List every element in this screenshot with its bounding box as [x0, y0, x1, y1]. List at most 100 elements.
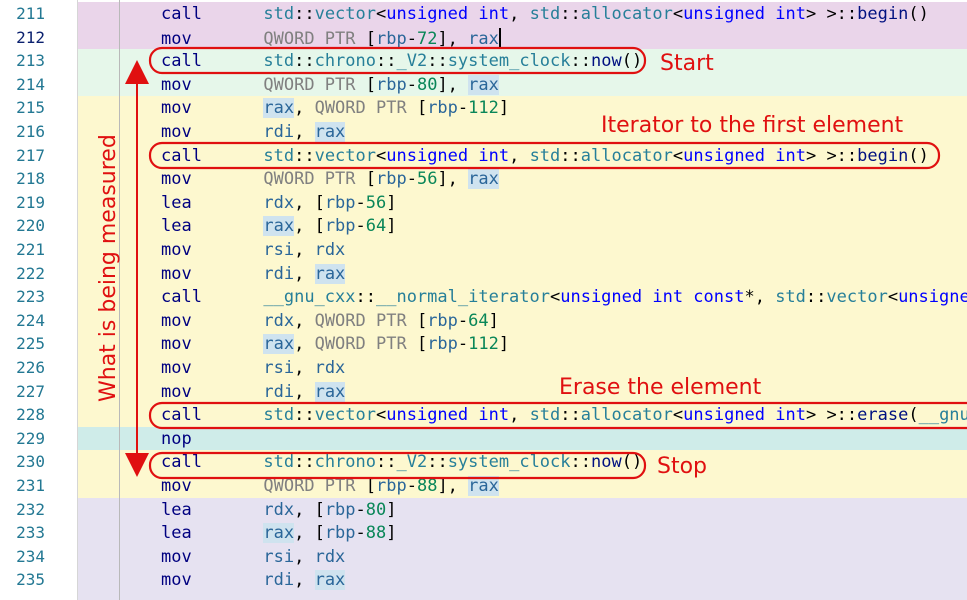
code-token: erase — [857, 405, 909, 426]
code-token: unsigned int — [386, 4, 510, 24]
code-line[interactable]: 219 lea rdx, [rbp-56] — [0, 190, 967, 215]
code-line[interactable]: 216 mov rdi, rax — [0, 120, 967, 144]
code-token: () — [621, 51, 643, 72]
code-text: mov QWORD PTR [rbp-72], rax — [161, 27, 501, 49]
code-token: , — [294, 334, 315, 355]
code-line[interactable] — [0, 592, 967, 600]
code-token: std — [263, 51, 295, 72]
code-token: allocator — [580, 4, 673, 24]
code-line[interactable]: 229 nop — [0, 426, 967, 451]
code-token: :: — [560, 405, 581, 426]
code-token: rdi — [263, 263, 295, 284]
code-line[interactable]: 211 call std::vector<unsigned int, std::a… — [0, 2, 967, 26]
code-token: ] — [498, 334, 510, 355]
code-token: :: — [376, 452, 397, 473]
code-token: unsigned int — [386, 405, 510, 426]
code-line[interactable]: 214 mov QWORD PTR [rbp-80], rax — [0, 72, 967, 97]
code-token: rdi — [263, 570, 295, 591]
code-token: - — [457, 334, 469, 355]
code-line[interactable]: 221 mov rsi, rdx — [0, 238, 967, 262]
code-line[interactable]: 227 mov rdi, rax — [0, 379, 967, 404]
code-token: allocator — [580, 145, 673, 166]
line-number: 215 — [0, 98, 45, 118]
code-token: QWORD PTR — [263, 169, 356, 190]
code-token: rdx — [263, 499, 295, 520]
code-line[interactable]: 226 mov rsi, rdx — [0, 356, 967, 380]
code-line[interactable]: 234 mov rsi, rdx — [0, 544, 967, 569]
code-token: rbp — [375, 476, 407, 496]
code-text: mov rax, QWORD PTR [rbp-112] — [161, 334, 510, 355]
code-text: call std::chrono::_V2::system_clock::now… — [161, 51, 642, 71]
code-token: std — [529, 4, 561, 24]
code-token: rbp — [375, 169, 407, 190]
code-token: ], — [437, 28, 469, 49]
code-token: QWORD PTR — [314, 310, 407, 331]
code-line[interactable]: 230 call std::chrono::_V2::system_clock::… — [0, 450, 967, 474]
code-token: rax — [263, 98, 295, 119]
code-line[interactable]: 213 call std::chrono::_V2::system_clock::… — [0, 49, 967, 73]
assembly-editor[interactable]: 211 call std::vector<unsigned int, std::a… — [0, 0, 967, 600]
code-line[interactable]: 212 mov QWORD PTR [rbp-72], rax — [0, 25, 967, 50]
code-line[interactable]: 220 lea rax, [rbp-64] — [0, 214, 967, 238]
code-token: nop — [161, 428, 192, 449]
code-line[interactable]: 222 mov rdi, rax — [0, 261, 967, 286]
code-token: ] — [386, 216, 397, 237]
code-token: rax — [314, 570, 346, 591]
code-token: , [ — [294, 192, 325, 213]
code-line[interactable]: 215 mov rax, QWORD PTR [rbp-112] — [0, 96, 967, 120]
code-token: call — [161, 145, 202, 166]
code-token: unsigned int — [683, 4, 806, 24]
line-number: 222 — [0, 263, 45, 283]
code-line[interactable]: 235 mov rdi, rax — [0, 568, 967, 592]
code-token: - — [355, 523, 366, 544]
code-token: :: — [376, 51, 397, 72]
code-token: 112 — [468, 98, 499, 119]
code-token: < — [672, 4, 684, 24]
line-number: 211 — [0, 4, 45, 23]
code-line[interactable]: 217 call std::vector<unsigned int, std::a… — [0, 143, 967, 168]
code-line[interactable]: 232 lea rdx, [rbp-80] — [0, 497, 967, 522]
code-text: nop — [161, 429, 192, 449]
code-line[interactable]: 228 call std::vector<unsigned int, std::a… — [0, 403, 967, 427]
code-token: :: — [427, 452, 448, 473]
code-token: rdx — [314, 546, 346, 567]
code-line[interactable]: 218 mov QWORD PTR [rbp-56], rax — [0, 167, 967, 191]
code-line[interactable]: 223 call __gnu_cxx::__normal_iterator<uns… — [0, 285, 967, 309]
code-text: mov rsi, rdx — [161, 547, 345, 567]
code-token: - — [406, 476, 417, 496]
code-token: mov — [161, 570, 192, 591]
code-line[interactable]: 231 mov QWORD PTR [rbp-88], rax — [0, 474, 967, 498]
code-text: mov rdi, rax — [161, 263, 346, 284]
line-number: 213 — [0, 51, 45, 71]
code-token: > >:: — [805, 145, 858, 166]
line-number: 225 — [0, 334, 45, 354]
code-token: allocator — [580, 405, 673, 426]
code-token: __normal_iterator — [375, 287, 550, 308]
code-token: lea — [161, 499, 192, 520]
line-number: 221 — [0, 240, 45, 259]
code-token: ], — [437, 476, 469, 496]
code-token: () — [908, 4, 929, 24]
code-token: lea — [161, 523, 192, 544]
code-token: rbp — [324, 523, 356, 544]
line-number: 217 — [0, 145, 45, 165]
code-token: rdi — [263, 122, 295, 142]
code-token: mov — [161, 546, 192, 567]
code-token: < — [376, 145, 387, 166]
code-line[interactable]: 233 lea rax, [rbp-88] — [0, 521, 967, 545]
code-token: mov — [161, 334, 192, 355]
code-line[interactable]: 225 mov rax, QWORD PTR [rbp-112] — [0, 332, 967, 356]
code-line[interactable]: 224 mov rdx, QWORD PTR [rbp-64] — [0, 308, 967, 333]
code-token: < — [549, 287, 561, 308]
code-token: [ — [406, 98, 428, 119]
code-token: rbp — [324, 499, 356, 520]
